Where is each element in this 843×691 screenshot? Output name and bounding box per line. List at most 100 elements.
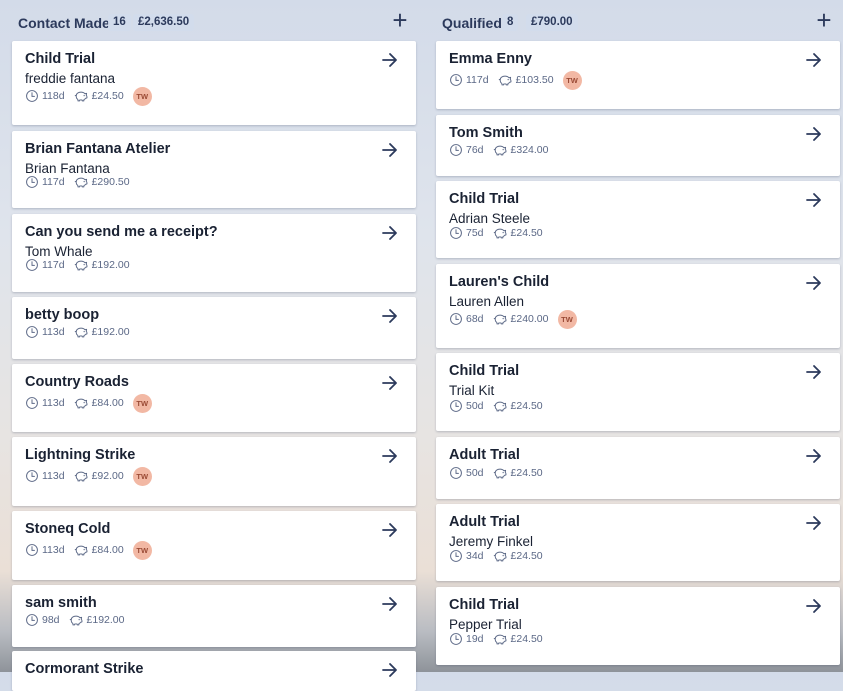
card-meta: 19d £24.50 <box>449 630 543 648</box>
deal-card[interactable]: Brian Fantana Atelier Brian Fantana 117d £2… <box>12 131 416 208</box>
card-value: £24.50 <box>510 633 543 645</box>
open-card-arrow-right-icon[interactable] <box>805 447 823 465</box>
card-value: £192.00 <box>91 259 130 271</box>
card-meta: 113d £192.00 <box>25 323 130 341</box>
deal-card[interactable]: Lauren's Child Lauren Allen 68d £240.00 TW <box>436 264 840 348</box>
clock-icon <box>25 89 39 103</box>
owner-avatar[interactable]: TW <box>557 309 577 329</box>
open-card-arrow-right-icon[interactable] <box>805 274 823 292</box>
piggy-bank-icon <box>73 325 89 339</box>
card-age: 19d <box>466 633 484 645</box>
column-total-badge: £2,636.50 <box>133 14 195 31</box>
card-value: £92.00 <box>91 470 124 482</box>
card-title: Adult Trial <box>449 447 520 463</box>
deal-card[interactable]: sam smith 98d £192.00 <box>12 585 416 647</box>
open-card-arrow-right-icon[interactable] <box>381 447 399 465</box>
piggy-bank-icon <box>492 143 508 157</box>
owner-avatar[interactable]: TW <box>562 70 582 90</box>
deal-card[interactable]: Adult Trial 50d £24.50 <box>436 437 840 499</box>
add-card-plus-icon[interactable]: + <box>389 7 411 33</box>
open-card-arrow-right-icon[interactable] <box>805 514 823 532</box>
clock-icon <box>449 549 463 563</box>
open-card-arrow-right-icon[interactable] <box>381 224 399 242</box>
piggy-bank-icon <box>492 399 508 413</box>
card-title: Cormorant Strike <box>25 661 144 677</box>
column-contact-made: Contact Made 16 £2,636.50 + Child Trial f… <box>12 0 416 691</box>
card-count-badge: 8 <box>502 14 519 31</box>
clock-icon <box>449 312 463 326</box>
piggy-bank-icon <box>492 226 508 240</box>
deal-card[interactable]: betty boop 113d £192.00 <box>12 297 416 359</box>
card-meta: 34d £24.50 <box>449 547 543 565</box>
card-age: 113d <box>42 326 65 338</box>
card-value: £290.50 <box>91 176 130 188</box>
clock-icon <box>449 143 463 157</box>
clock-icon <box>449 73 463 87</box>
deal-card[interactable]: Emma Enny 117d £103.50 TW <box>436 41 840 109</box>
deal-card[interactable]: Child Trial Pepper Trial 19d £24.50 <box>436 587 840 665</box>
deal-card[interactable]: Tom Smith 76d £324.00 <box>436 115 840 176</box>
card-meta: 50d £24.50 <box>449 464 543 482</box>
card-title: Brian Fantana Atelier <box>25 141 171 157</box>
open-card-arrow-right-icon[interactable] <box>381 141 399 159</box>
open-card-arrow-right-icon[interactable] <box>805 363 823 381</box>
card-value: £84.00 <box>91 544 124 556</box>
add-card-plus-icon[interactable]: + <box>813 7 835 33</box>
deal-card[interactable]: Child Trial Trial Kit 50d £24.50 <box>436 353 840 431</box>
open-card-arrow-right-icon[interactable] <box>381 51 399 69</box>
card-age: 113d <box>42 397 65 409</box>
piggy-bank-icon <box>492 549 508 563</box>
card-value: £240.00 <box>510 313 549 325</box>
owner-avatar[interactable]: TW <box>132 86 152 106</box>
card-meta: 98d £192.00 <box>25 611 125 629</box>
deal-card[interactable]: Country Roads 113d £84.00 TW <box>12 364 416 432</box>
open-card-arrow-right-icon[interactable] <box>805 51 823 69</box>
open-card-arrow-right-icon[interactable] <box>805 191 823 209</box>
deal-card[interactable]: Child Trial freddie fantana 118d £24.50 TW <box>12 41 416 125</box>
card-age: 98d <box>42 614 60 626</box>
card-title: Lauren's Child <box>449 274 550 290</box>
card-title: betty boop <box>25 307 100 323</box>
card-meta: 117d £290.50 <box>25 173 130 191</box>
card-title: Lightning Strike <box>25 447 136 463</box>
card-age: 50d <box>466 467 484 479</box>
card-value: £84.00 <box>91 397 124 409</box>
owner-avatar[interactable]: TW <box>132 540 152 560</box>
card-meta: 76d £324.00 <box>449 141 549 159</box>
deal-card[interactable]: Can you send me a receipt? Tom Whale 117d £… <box>12 214 416 292</box>
clock-icon <box>25 613 39 627</box>
piggy-bank-icon <box>73 469 89 483</box>
piggy-bank-icon <box>73 175 89 189</box>
card-meta: 68d £240.00 TW <box>449 309 577 329</box>
card-meta: 50d £24.50 <box>449 397 543 415</box>
card-title: Emma Enny <box>449 51 532 67</box>
card-title: Child Trial <box>25 51 96 67</box>
open-card-arrow-right-icon[interactable] <box>381 595 399 613</box>
card-meta: 117d £192.00 <box>25 256 130 274</box>
piggy-bank-icon <box>73 258 89 272</box>
card-title: Child Trial <box>449 597 520 613</box>
open-card-arrow-right-icon[interactable] <box>805 125 823 143</box>
piggy-bank-icon <box>492 632 508 646</box>
card-meta: 113d £84.00 TW <box>25 393 152 413</box>
open-card-arrow-right-icon[interactable] <box>381 661 399 679</box>
deal-card[interactable]: Child Trial Adrian Steele 75d £24.50 <box>436 181 840 258</box>
open-card-arrow-right-icon[interactable] <box>381 374 399 392</box>
card-age: 117d <box>466 74 489 86</box>
deal-card[interactable]: Lightning Strike 113d £92.00 TW <box>12 437 416 506</box>
owner-avatar[interactable]: TW <box>132 466 152 486</box>
card-age: 68d <box>466 313 484 325</box>
card-age: 117d <box>42 176 65 188</box>
column-total-badge: £790.00 <box>526 14 578 31</box>
deal-card[interactable]: Stoneq Cold 113d £84.00 TW <box>12 511 416 580</box>
clock-icon <box>25 175 39 189</box>
open-card-arrow-right-icon[interactable] <box>805 597 823 615</box>
owner-avatar[interactable]: TW <box>132 393 152 413</box>
deal-card[interactable]: Adult Trial Jeremy Finkel 34d £24.50 <box>436 504 840 581</box>
open-card-arrow-right-icon[interactable] <box>381 521 399 539</box>
clock-icon <box>449 399 463 413</box>
deal-card[interactable]: Cormorant Strike <box>12 651 416 691</box>
piggy-bank-icon <box>73 543 89 557</box>
card-value: £24.50 <box>510 400 543 412</box>
open-card-arrow-right-icon[interactable] <box>381 307 399 325</box>
